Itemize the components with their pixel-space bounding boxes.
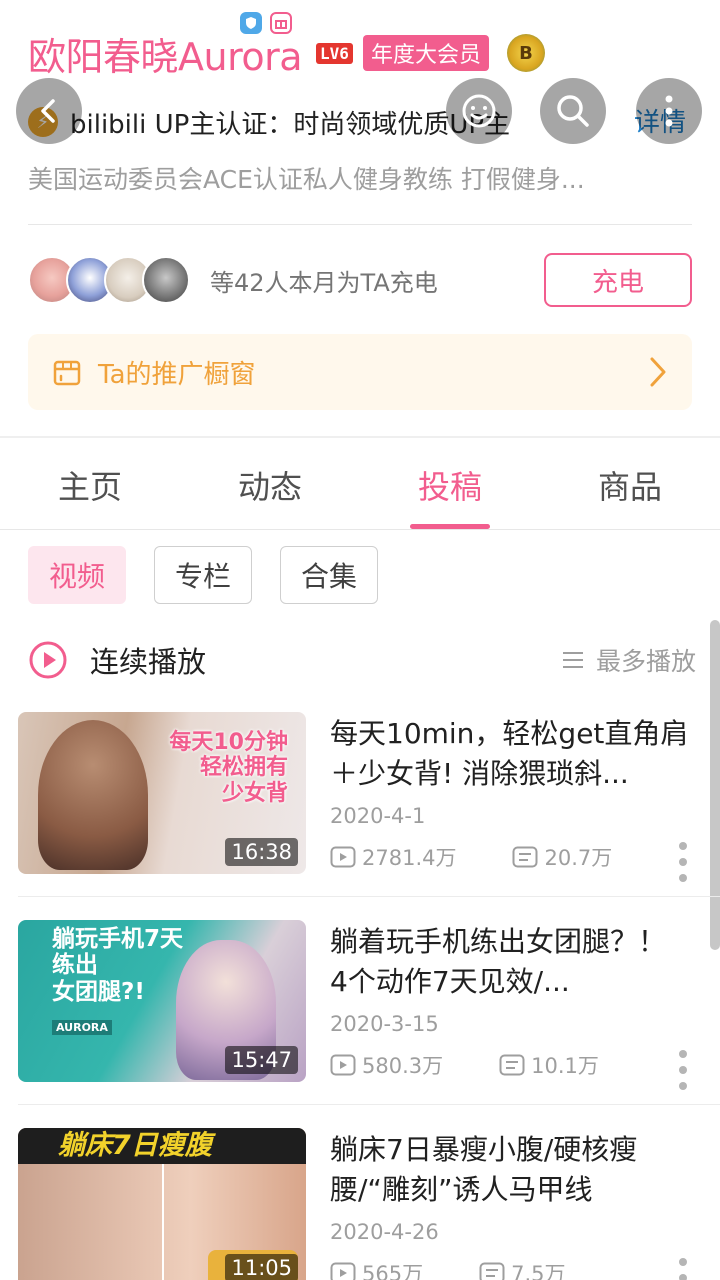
username: 欧阳春晓Aurora bbox=[28, 34, 303, 79]
video-more-button[interactable] bbox=[678, 1258, 688, 1280]
danmaku-stat: 10.1万 bbox=[499, 1050, 599, 1080]
vip-badge[interactable]: 年度大会员 bbox=[362, 35, 489, 71]
shop-window-label: Ta的推广橱窗 bbox=[98, 359, 256, 390]
thumbnail-caption-line: 练出 bbox=[52, 952, 98, 979]
thumbnail-caption: 每天10分钟 轻松拥有 少女背 bbox=[169, 730, 288, 806]
chip-articles[interactable]: 专栏 bbox=[154, 546, 253, 604]
thumbnail-figure bbox=[38, 720, 148, 870]
divider bbox=[28, 224, 692, 225]
tab-dynamics[interactable]: 动态 bbox=[180, 440, 360, 529]
video-date: 2020-3-15 bbox=[330, 1012, 439, 1036]
sort-label: 最多播放 bbox=[595, 647, 696, 676]
level-badge: LV6 bbox=[316, 42, 353, 64]
thumbnail-split bbox=[162, 1164, 164, 1280]
video-duration: 11:05 bbox=[225, 1254, 298, 1280]
danmaku-count: 20.7万 bbox=[544, 846, 613, 870]
thumbnail-caption-line: 少女背 bbox=[221, 780, 288, 806]
video-more-button[interactable] bbox=[678, 842, 688, 882]
row-divider bbox=[18, 1104, 720, 1105]
thumbnail-caption-line: 躺玩手机7天 bbox=[52, 926, 184, 952]
danmaku-stat: 7.5万 bbox=[479, 1258, 566, 1280]
charge-button[interactable]: 充电 bbox=[544, 253, 692, 307]
tab-products[interactable]: 商品 bbox=[540, 440, 720, 529]
tab-uploads[interactable]: 投稿 bbox=[360, 440, 540, 529]
smile-face-icon bbox=[462, 94, 496, 128]
thumbnail-caption-line: 轻松拥有 bbox=[199, 755, 288, 781]
thumbnail-caption: 躺床7日瘦腹 bbox=[58, 1130, 212, 1161]
video-item[interactable]: 躺玩手机7天 练出 女团腿?! AURORA 15:47 躺着玩手机练出女团腿？… bbox=[18, 920, 708, 1090]
continuous-play-label[interactable]: 连续播放 bbox=[90, 639, 206, 681]
video-date: 2020-4-1 bbox=[330, 804, 426, 828]
play-count-icon bbox=[330, 1262, 356, 1280]
emoji-button[interactable] bbox=[446, 78, 512, 144]
section-divider bbox=[0, 436, 720, 438]
certification-text: bilibili UP主认证：时尚领域优质UP主 bbox=[70, 109, 511, 140]
scrollbar[interactable] bbox=[710, 620, 720, 950]
video-stats: 2781.4万 20.7万 bbox=[330, 842, 612, 872]
tab-home[interactable]: 主页 bbox=[0, 440, 180, 529]
views-count: 2781.4万 bbox=[362, 846, 457, 870]
views-stat: 565万 bbox=[330, 1258, 423, 1280]
sort-selector[interactable]: 最多播放 bbox=[562, 642, 696, 678]
video-stats: 565万 7.5万 bbox=[330, 1258, 566, 1280]
profile-bio[interactable]: 美国运动委员会ACE认证私人健身教练 打假健身... bbox=[28, 160, 688, 196]
video-thumbnail[interactable]: 每天10分钟 轻松拥有 少女背 16:38 bbox=[18, 712, 306, 874]
avatar bbox=[142, 256, 190, 304]
video-duration: 15:47 bbox=[225, 1046, 298, 1074]
danmaku-icon bbox=[512, 846, 538, 868]
video-thumbnail[interactable]: 躺玩手机7天 练出 女团腿?! AURORA 15:47 bbox=[18, 920, 306, 1082]
name-row: 欧阳春晓Aurora LV6 年度大会员 B bbox=[28, 28, 545, 79]
play-circle-icon[interactable] bbox=[28, 640, 68, 680]
video-title[interactable]: 躺床7日暴瘦小腹/硬核瘦腰/“雕刻”诱人马甲线 bbox=[330, 1130, 690, 1212]
views-count: 565万 bbox=[362, 1262, 424, 1280]
charger-avatars[interactable] bbox=[28, 256, 190, 304]
charge-row: 等42人本月为TA充电 充电 bbox=[28, 252, 692, 308]
certification-row: ⚡ bilibili UP主认证：时尚领域优质UP主 bbox=[28, 100, 628, 144]
row-divider bbox=[18, 896, 720, 897]
thumbnail-caption-line: 躺床7日瘦腹 bbox=[58, 1130, 212, 1161]
search-button[interactable] bbox=[540, 78, 606, 144]
views-stat: 2781.4万 bbox=[330, 842, 456, 872]
search-icon bbox=[557, 95, 589, 127]
video-title[interactable]: 躺着玩手机练出女团腿？！ 4个动作7天见效/... bbox=[330, 922, 690, 1004]
video-item[interactable]: 每天10分钟 轻松拥有 少女背 16:38 每天10min，轻松get直角肩＋少… bbox=[18, 712, 708, 882]
danmaku-count: 7.5万 bbox=[511, 1262, 566, 1280]
views-count: 580.3万 bbox=[362, 1054, 444, 1078]
back-arrow-icon bbox=[41, 99, 55, 123]
tab-bar: 主页 动态 投稿 商品 bbox=[0, 440, 720, 530]
play-count-icon bbox=[330, 1054, 356, 1076]
medal-icon[interactable]: B bbox=[506, 34, 545, 72]
play-count-icon bbox=[330, 846, 356, 868]
continuous-play-bar: 连续播放 最多播放 bbox=[28, 632, 696, 688]
thumbnail-caption-line: 女团腿?! bbox=[52, 978, 145, 1005]
video-duration: 16:38 bbox=[225, 838, 298, 866]
views-stat: 580.3万 bbox=[330, 1050, 443, 1080]
video-thumbnail[interactable]: 躺床7日瘦腹 11:05 bbox=[18, 1128, 306, 1280]
thumbnail-caption-line: 每天10分钟 bbox=[169, 730, 288, 755]
danmaku-stat: 20.7万 bbox=[512, 842, 612, 872]
danmaku-icon bbox=[479, 1262, 505, 1280]
shop-window-bar[interactable]: Ta的推广橱窗 bbox=[28, 334, 692, 410]
video-title[interactable]: 每天10min，轻松get直角肩＋少女背! 消除猥琐斜... bbox=[330, 714, 690, 796]
more-options-button[interactable] bbox=[636, 78, 702, 144]
list-menu-icon bbox=[562, 652, 583, 668]
chip-videos[interactable]: 视频 bbox=[28, 546, 127, 604]
chip-collections[interactable]: 合集 bbox=[280, 546, 379, 604]
storefront-icon bbox=[53, 360, 81, 386]
vertical-dots-icon bbox=[665, 95, 673, 127]
video-stats: 580.3万 10.1万 bbox=[330, 1050, 599, 1080]
video-item[interactable]: 躺床7日瘦腹 11:05 躺床7日暴瘦小腹/硬核瘦腰/“雕刻”诱人马甲线 202… bbox=[18, 1128, 708, 1280]
chevron-right-icon bbox=[650, 357, 666, 387]
thumbnail-caption: 躺玩手机7天 练出 女团腿?! bbox=[52, 926, 183, 1005]
back-button[interactable] bbox=[16, 78, 82, 144]
danmaku-count: 10.1万 bbox=[531, 1054, 599, 1078]
video-date: 2020-4-26 bbox=[330, 1220, 439, 1244]
danmaku-icon bbox=[499, 1054, 525, 1076]
thumbnail-brand: AURORA bbox=[52, 1020, 112, 1035]
charge-count-text: 等42人本月为TA充电 bbox=[210, 268, 438, 297]
content-type-chips: 视频 专栏 合集 bbox=[28, 546, 379, 604]
video-more-button[interactable] bbox=[678, 1050, 688, 1090]
